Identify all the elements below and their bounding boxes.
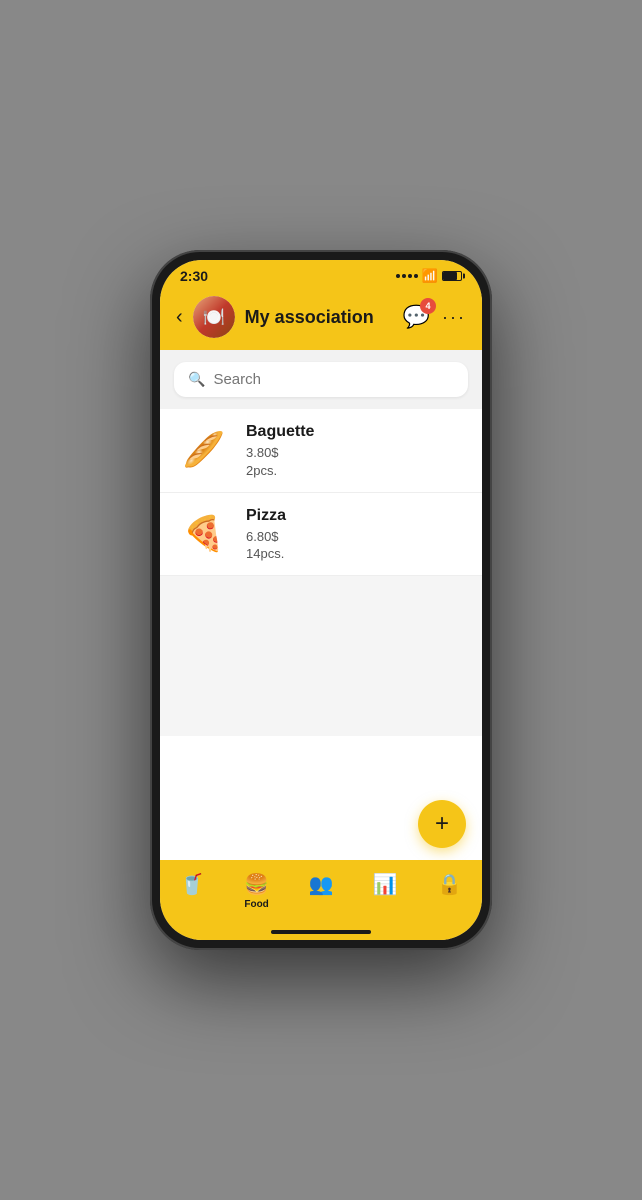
add-icon: + — [435, 810, 449, 838]
avatar: 🍽️ — [193, 296, 235, 338]
item-stock: 14pcs. — [246, 546, 466, 561]
item-price: 3.80$ — [246, 443, 466, 463]
home-indicator — [160, 930, 482, 940]
item-info-baguette: Baguette 3.80$ 2pcs. — [246, 423, 466, 478]
item-price: 6.80$ — [246, 527, 466, 547]
food-icon: 🍔 — [244, 872, 269, 897]
item-name: Baguette — [246, 423, 466, 441]
list-item[interactable]: 🍕 Pizza 6.80$ 14pcs. — [160, 493, 482, 577]
bottom-nav: 🥤 🍔 Food 👥 📊 🔒 — [160, 860, 482, 930]
add-button[interactable]: + — [418, 800, 466, 848]
header: ‹ 🍽️ My association 💬 4 ··· — [160, 288, 482, 350]
search-container: 🔍 — [160, 350, 482, 409]
nav-label-food: Food — [244, 899, 268, 910]
search-bar: 🔍 — [174, 362, 468, 397]
status-bar: 2:30 📶 — [160, 260, 482, 288]
content-wrapper: 🥖 Baguette 3.80$ 2pcs. 🍕 Pizza 6.80$ 14p… — [160, 409, 482, 860]
nav-item-people[interactable]: 👥 — [297, 868, 346, 901]
item-image-pizza: 🍕 — [176, 511, 232, 557]
search-input[interactable] — [213, 371, 454, 388]
item-stock: 2pcs. — [246, 463, 466, 478]
notification-button[interactable]: 💬 4 — [403, 304, 430, 330]
stats-icon: 📊 — [373, 872, 398, 897]
battery-icon — [442, 271, 462, 281]
avatar-image: 🍽️ — [193, 296, 235, 338]
back-button[interactable]: ‹ — [176, 306, 183, 329]
signal-icon — [396, 274, 418, 278]
header-actions: 💬 4 ··· — [403, 304, 466, 330]
list-item[interactable]: 🥖 Baguette 3.80$ 2pcs. — [160, 409, 482, 493]
nav-item-drinks[interactable]: 🥤 — [168, 868, 217, 901]
more-button[interactable]: ··· — [442, 307, 466, 328]
nav-item-security[interactable]: 🔒 — [425, 868, 474, 901]
notification-badge: 4 — [420, 298, 436, 314]
people-icon: 👥 — [309, 872, 334, 897]
nav-item-food[interactable]: 🍔 Food — [232, 868, 281, 914]
home-bar — [271, 930, 371, 934]
security-icon: 🔒 — [437, 872, 462, 897]
item-list: 🥖 Baguette 3.80$ 2pcs. 🍕 Pizza 6.80$ 14p… — [160, 409, 482, 860]
status-time: 2:30 — [180, 268, 208, 284]
nav-item-stats[interactable]: 📊 — [361, 868, 410, 901]
item-image-baguette: 🥖 — [176, 427, 232, 473]
wifi-icon: 📶 — [422, 268, 438, 284]
status-icons: 📶 — [396, 268, 462, 284]
page-title: My association — [245, 307, 393, 328]
drinks-icon: 🥤 — [180, 872, 205, 897]
item-name: Pizza — [246, 507, 466, 525]
item-info-pizza: Pizza 6.80$ 14pcs. — [246, 507, 466, 562]
empty-space — [160, 576, 482, 736]
search-icon: 🔍 — [188, 371, 205, 388]
